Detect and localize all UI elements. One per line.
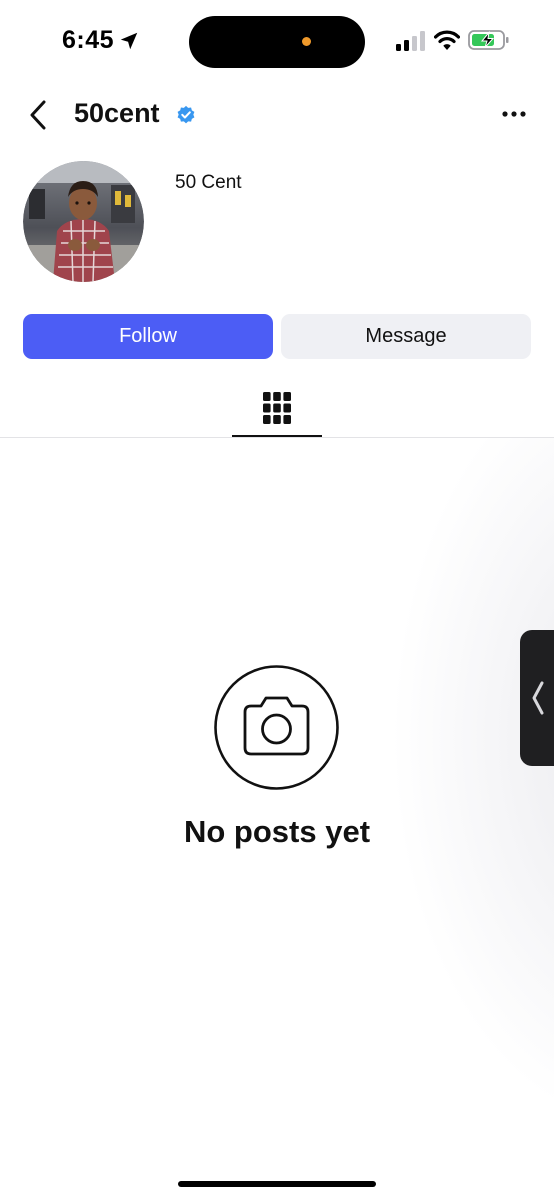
home-indicator[interactable] bbox=[178, 1181, 376, 1187]
battery-charging-icon bbox=[468, 30, 509, 50]
privacy-indicator-dot bbox=[302, 37, 311, 46]
profile-avatar[interactable] bbox=[23, 161, 144, 282]
chevron-left-icon bbox=[532, 681, 544, 715]
side-panel-handle[interactable] bbox=[520, 630, 554, 766]
profile-username: 50cent bbox=[74, 98, 160, 128]
profile-header: 50cent bbox=[0, 88, 554, 142]
chevron-left-icon[interactable] bbox=[24, 98, 54, 132]
tab-posts-grid[interactable] bbox=[232, 382, 322, 438]
verified-badge-icon bbox=[177, 105, 195, 124]
more-horizontal-icon[interactable] bbox=[496, 102, 532, 126]
wifi-icon bbox=[434, 30, 460, 50]
dynamic-island bbox=[189, 16, 365, 68]
cellular-signal-icon bbox=[396, 31, 425, 51]
status-bar: 6:45 bbox=[0, 0, 554, 80]
location-arrow-icon bbox=[120, 32, 138, 50]
empty-state-message: No posts yet bbox=[183, 814, 371, 849]
grid-icon bbox=[263, 392, 291, 424]
profile-display-name: 50 Cent bbox=[175, 172, 242, 193]
camera-icon bbox=[214, 665, 339, 790]
follow-button[interactable]: Follow bbox=[23, 314, 273, 359]
status-time: 6:45 bbox=[62, 26, 115, 54]
message-button[interactable]: Message bbox=[281, 314, 531, 359]
